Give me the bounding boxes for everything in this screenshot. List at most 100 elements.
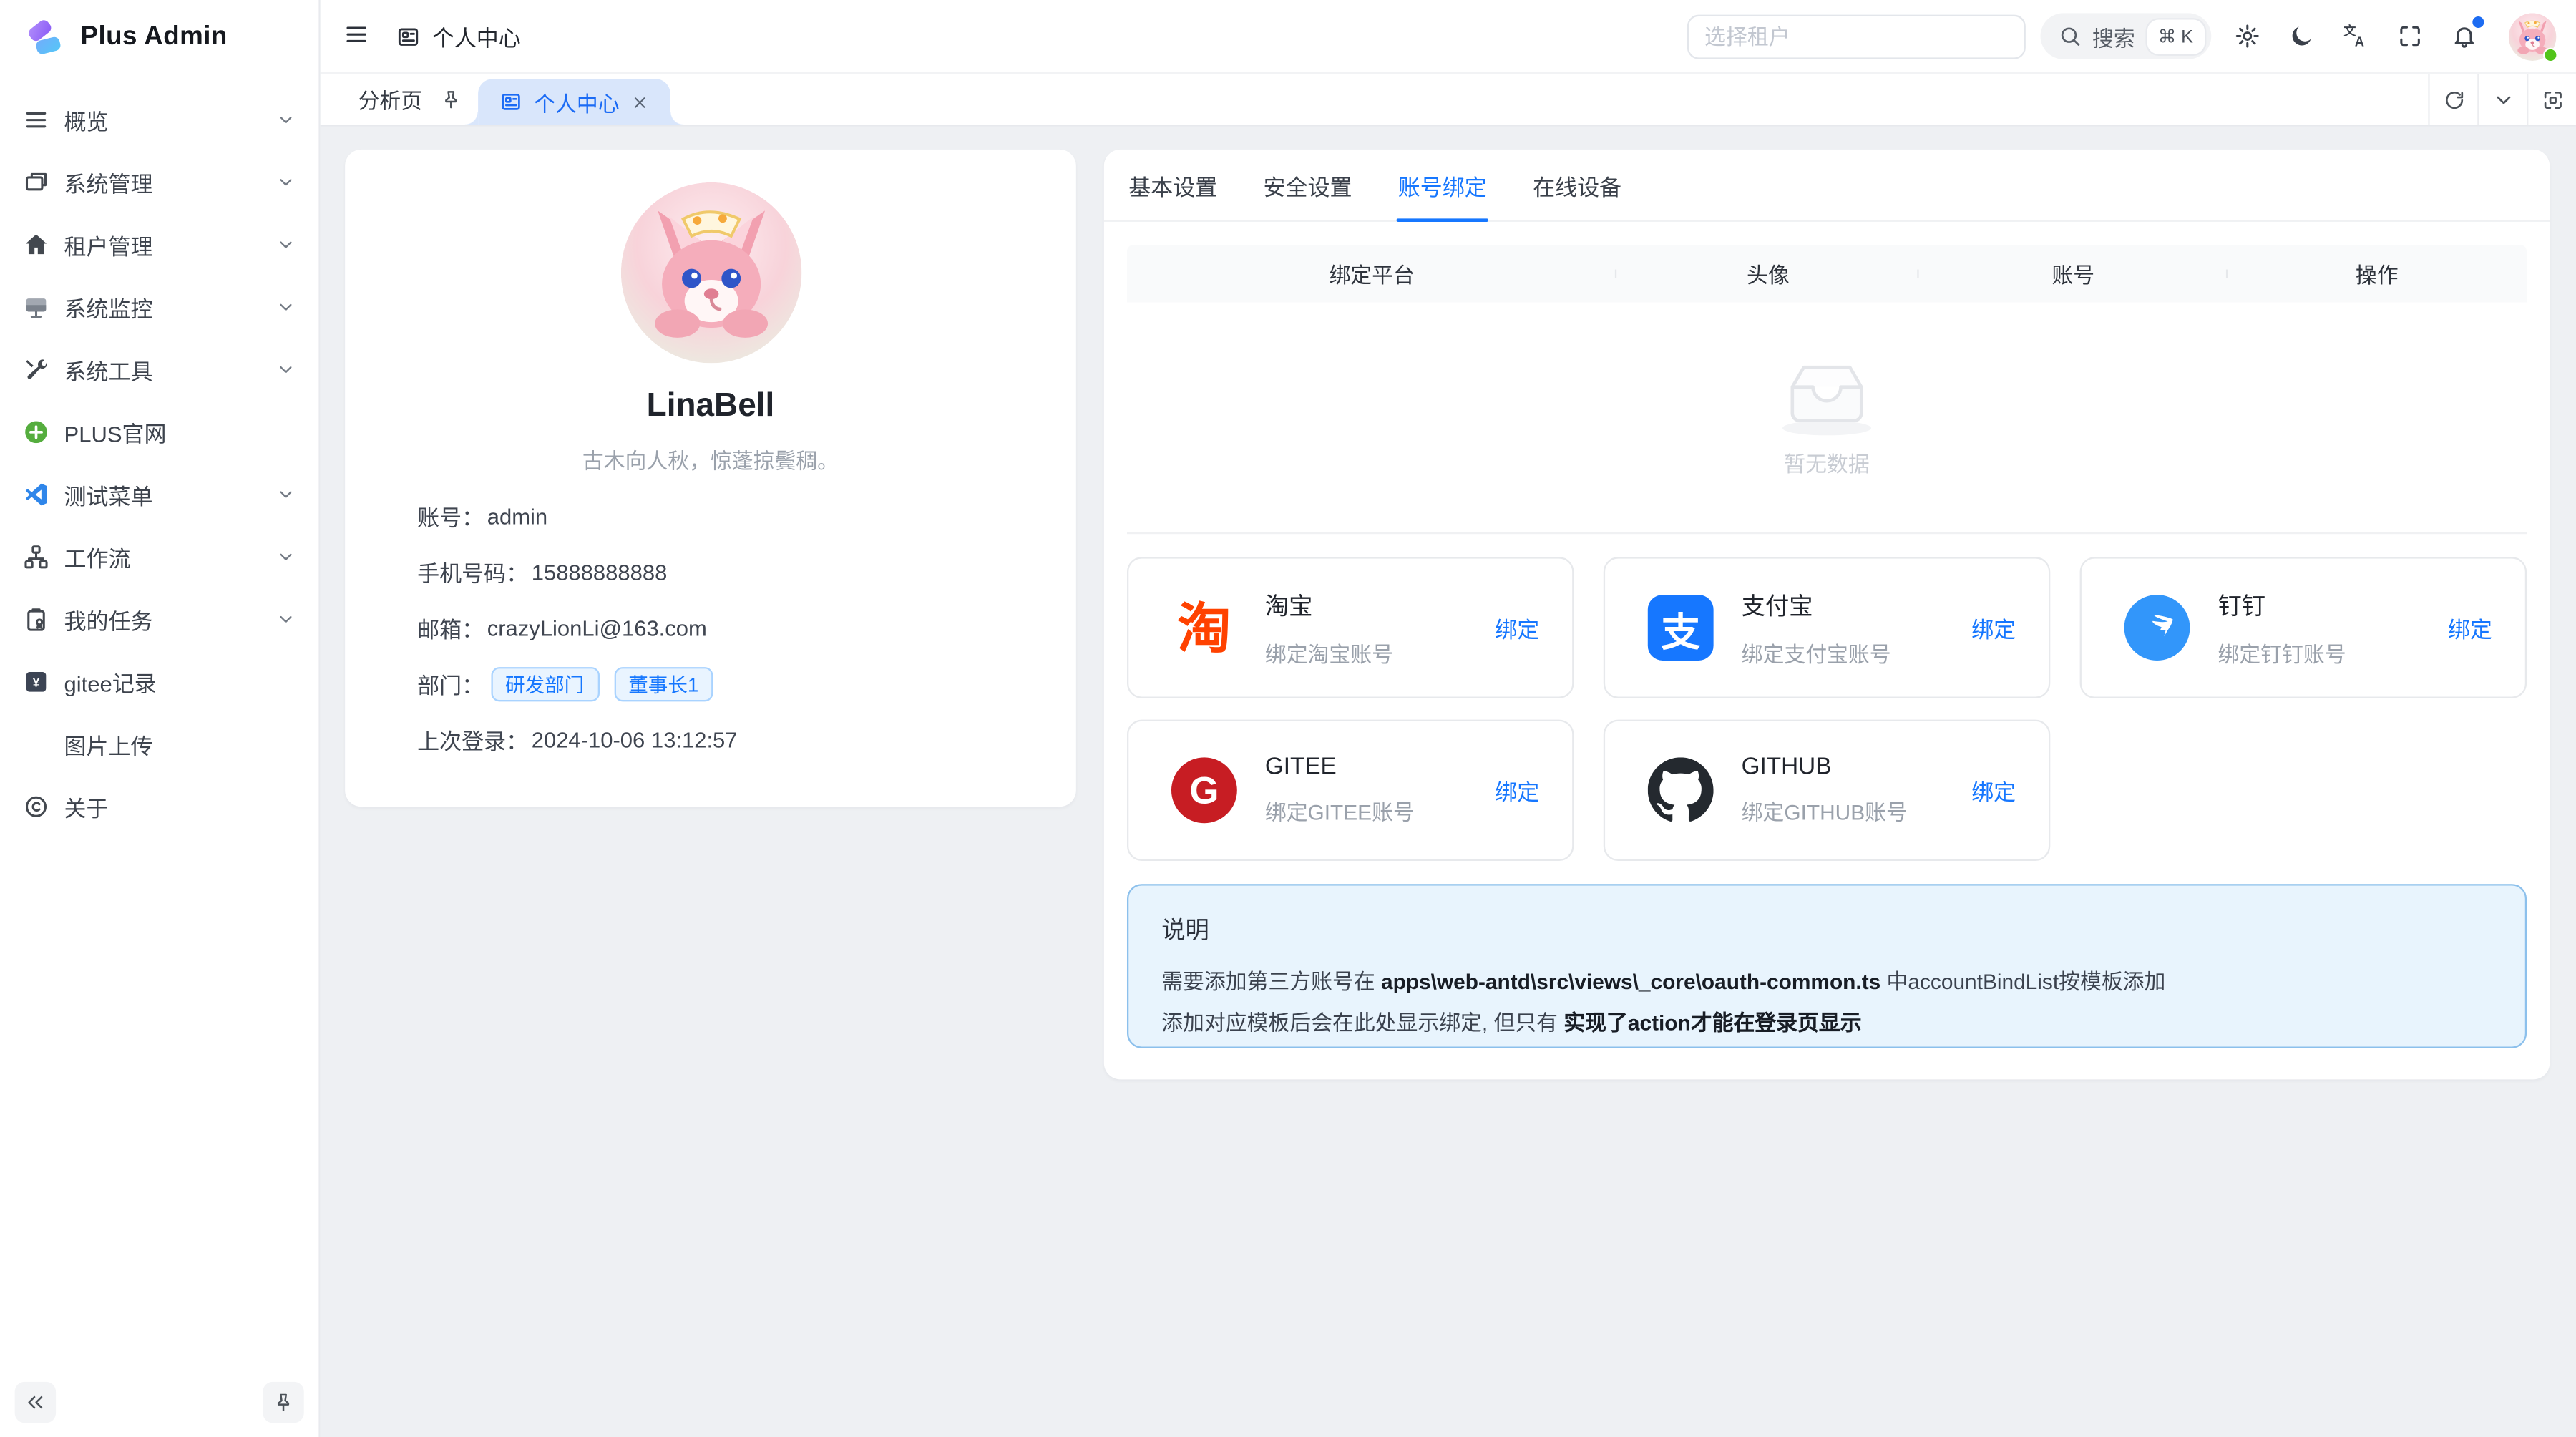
github-icon — [1648, 757, 1714, 823]
sidebar-item-workflow[interactable]: 工作流 — [13, 526, 306, 588]
close-icon[interactable] — [631, 93, 649, 111]
id-card-icon — [499, 90, 522, 113]
tab-label: 分析页 — [358, 84, 423, 115]
gitee-icon: G — [1171, 757, 1237, 823]
note-title: 说明 — [1161, 912, 2492, 946]
tab-account-binding[interactable]: 账号绑定 — [1397, 150, 1489, 220]
user-avatar[interactable] — [2509, 12, 2557, 60]
sidebar-item-test-menu[interactable]: 测试菜单 — [13, 463, 306, 525]
sidebar-footer — [0, 1365, 318, 1437]
bind-gitee-link[interactable]: 绑定 — [1495, 774, 1539, 807]
settings-panel: 基本设置 安全设置 账号绑定 在线设备 绑定平台 头像 账号 操作 — [1104, 150, 2550, 1079]
bind-card-desc: 绑定GITEE账号 — [1265, 795, 1467, 827]
tab-options-button[interactable] — [2477, 74, 2527, 125]
sidebar-toggle-button[interactable] — [343, 21, 373, 51]
bind-card-desc: 绑定GITHUB账号 — [1742, 795, 1943, 827]
copyright-icon — [23, 794, 49, 820]
settings-button[interactable] — [2233, 21, 2262, 51]
tab-security-settings[interactable]: 安全设置 — [1262, 150, 1354, 220]
sidebar-item-my-tasks[interactable]: 我的任务 — [13, 588, 306, 651]
sidebar-pin-button[interactable] — [263, 1381, 303, 1422]
sidebar-item-gitee-records[interactable]: ¥ gitee记录 — [13, 651, 306, 713]
language-button[interactable]: 文 A — [2341, 21, 2371, 51]
header-actions: 文 A — [2233, 12, 2556, 60]
refresh-button[interactable] — [2428, 74, 2477, 125]
empty-text: 暂无数据 — [1784, 446, 1869, 477]
moon-icon — [2288, 23, 2315, 49]
bind-alipay-link[interactable]: 绑定 — [1971, 611, 2016, 644]
fullscreen-button[interactable] — [2395, 21, 2424, 51]
maximize-icon — [2541, 88, 2564, 111]
sidebar-item-tenant-management[interactable]: 租户管理 — [13, 213, 306, 276]
chevron-down-icon — [276, 610, 296, 630]
chevron-down-icon — [276, 110, 296, 130]
tab-profile-center[interactable]: 个人中心 — [478, 79, 670, 125]
settings-tabs: 基本设置 安全设置 账号绑定 在线设备 — [1104, 150, 2550, 222]
sidebar: Plus Admin 概览 系统管理 — [0, 0, 321, 1437]
tab-online-devices[interactable]: 在线设备 — [1531, 150, 1624, 220]
profile-field-email: 邮箱： crazyLionLi@163.com — [417, 600, 1076, 656]
chevron-down-icon — [276, 360, 296, 380]
sidebar-collapse-button[interactable] — [15, 1381, 56, 1422]
profile-field-phone: 手机号码： 15888888888 — [417, 544, 1076, 600]
bind-card-title: 淘宝 — [1265, 588, 1467, 622]
search-shortcut-badge: ⌘ K — [2147, 19, 2205, 53]
svg-text:¥: ¥ — [33, 676, 40, 690]
menu-icon — [23, 107, 49, 133]
profile-field-department: 部门： 研发部门 董事长1 — [417, 656, 1076, 711]
chevron-down-icon — [276, 547, 296, 568]
profile-fields: 账号： admin 手机号码： 15888888888 邮箱： crazyLio… — [417, 488, 1076, 767]
refresh-icon — [2442, 88, 2465, 111]
gear-icon — [2234, 23, 2260, 49]
chevron-down-icon — [276, 172, 296, 193]
tenant-select-input[interactable] — [1687, 14, 2025, 59]
column-header-avatar: 头像 — [1617, 258, 1920, 289]
profile-avatar — [620, 182, 801, 364]
tab-basic-settings[interactable]: 基本设置 — [1127, 150, 1219, 220]
sidebar-item-about[interactable]: 关于 — [13, 776, 306, 838]
sidebar-item-plus-website[interactable]: PLUS官网 — [13, 401, 306, 463]
binding-cards-grid: 淘 淘宝 绑定淘宝账号 绑定 支 支付宝 绑定支付宝账号 绑定 — [1127, 557, 2527, 861]
chevron-down-icon — [276, 298, 296, 318]
id-card-icon — [396, 24, 420, 48]
chevron-down-icon — [2492, 88, 2514, 111]
bind-github-link[interactable]: 绑定 — [1971, 774, 2016, 807]
breadcrumb: 个人中心 — [396, 20, 520, 53]
column-header-platform: 绑定平台 — [1127, 258, 1617, 289]
home-icon — [23, 232, 49, 258]
bind-dingtalk-link[interactable]: 绑定 — [2448, 611, 2492, 644]
profile-card: LinaBell 古木向人秋，惊蓬掠鬓稠。 账号： admin 手机号码： 15… — [345, 150, 1076, 807]
bell-icon — [2451, 23, 2477, 49]
sidebar-item-system-monitor[interactable]: 系统监控 — [13, 276, 306, 338]
alipay-icon: 支 — [1648, 595, 1714, 661]
sidebar-item-overview[interactable]: 概览 — [13, 89, 306, 151]
sidebar-item-system-tools[interactable]: 系统工具 — [13, 338, 306, 401]
chevrons-left-icon — [24, 1390, 46, 1412]
global-search-button[interactable]: 搜索 ⌘ K — [2040, 13, 2212, 59]
fullscreen-icon — [2397, 23, 2424, 49]
bind-card-dingtalk: 钉钉 绑定钉钉账号 绑定 — [2080, 557, 2527, 698]
table-header-row: 绑定平台 头像 账号 操作 — [1127, 245, 2527, 302]
sidebar-item-system-management[interactable]: 系统管理 — [13, 151, 306, 213]
bind-taobao-link[interactable]: 绑定 — [1495, 611, 1539, 644]
note-box: 说明 需要添加第三方账号在 apps\web-antd\src\views\_c… — [1127, 884, 2527, 1048]
workflow-icon — [23, 544, 49, 570]
bind-card-title: 钉钉 — [2218, 588, 2419, 622]
bind-card-title: GITEE — [1265, 754, 1467, 781]
gitee-app-icon: ¥ — [23, 668, 49, 695]
empty-box-icon — [1777, 357, 1876, 434]
notifications-button[interactable] — [2449, 21, 2479, 51]
app-root: Plus Admin 概览 系统管理 — [0, 0, 2576, 1437]
breadcrumb-label: 个人中心 — [432, 20, 521, 53]
profile-name: LinaBell — [345, 388, 1076, 426]
tab-analysis-page[interactable]: 分析页 — [321, 74, 478, 125]
sidebar-item-image-upload[interactable]: 图片上传 — [13, 713, 306, 775]
tools-icon — [23, 356, 49, 383]
bind-card-desc: 绑定钉钉账号 — [2218, 637, 2419, 668]
app-logo[interactable]: Plus Admin — [0, 0, 318, 76]
dingtalk-icon — [2124, 595, 2190, 661]
maximize-content-button[interactable] — [2527, 74, 2576, 125]
translate-icon: 文 A — [2343, 23, 2369, 49]
theme-toggle-button[interactable] — [2287, 21, 2316, 51]
clipboard-icon — [23, 606, 49, 633]
